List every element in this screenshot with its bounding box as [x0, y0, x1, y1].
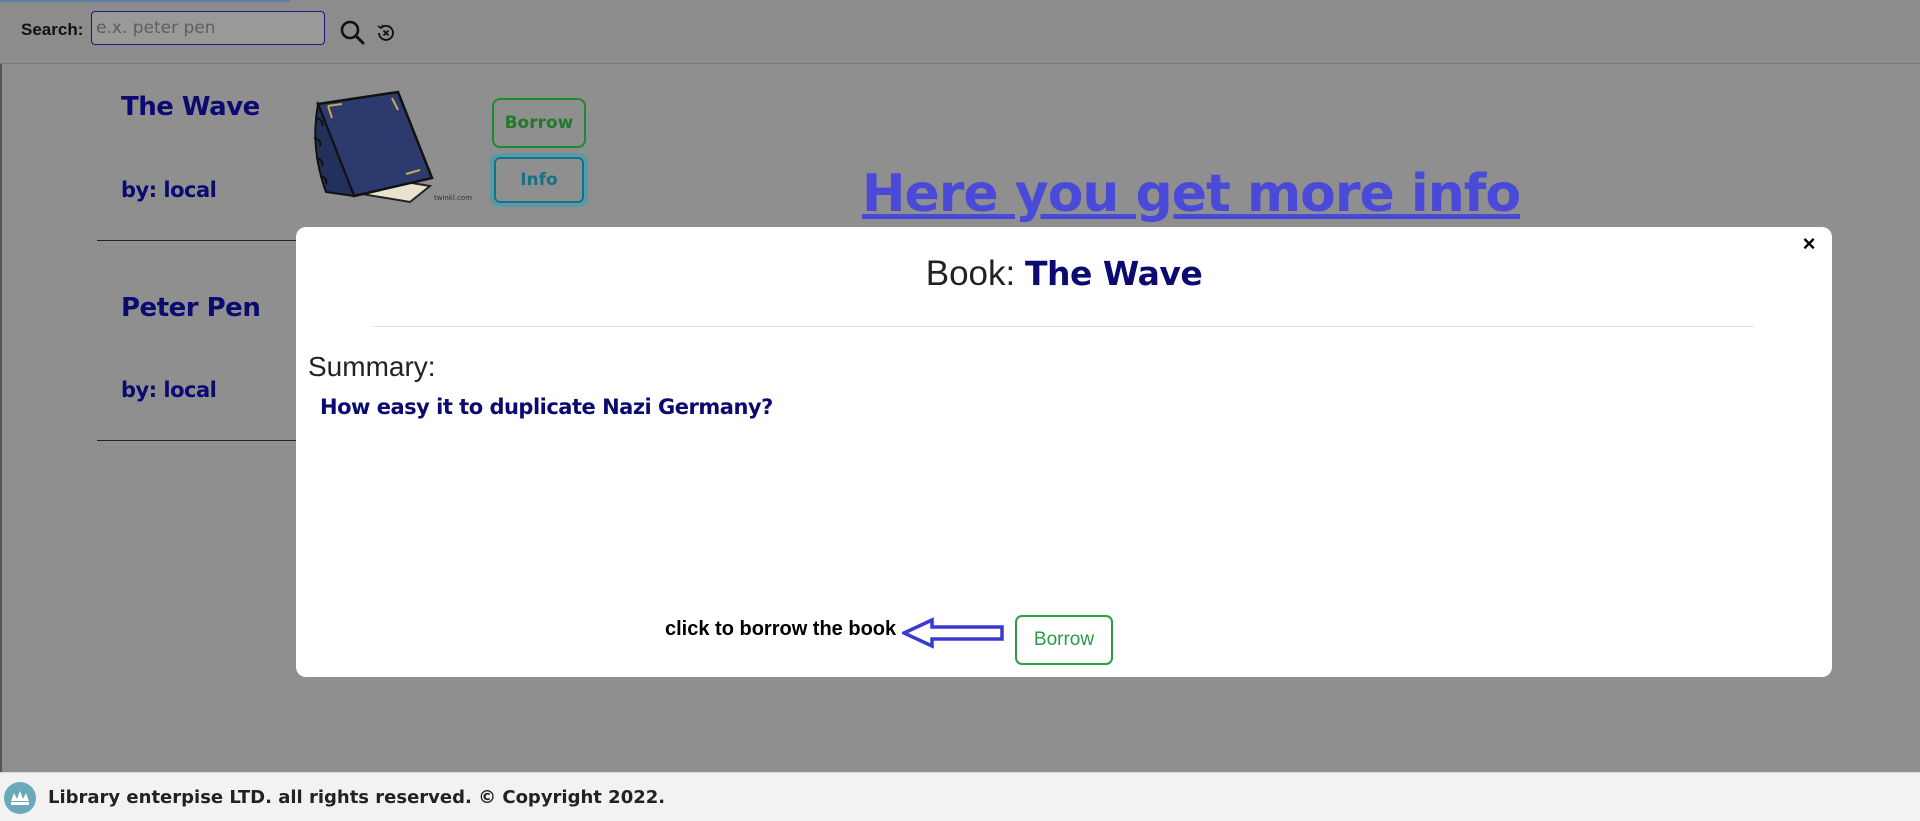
search-bar: Search: [0, 0, 1920, 64]
info-button-inner: Info [494, 157, 584, 203]
left-border [0, 64, 2, 772]
borrow-button[interactable]: Borrow [492, 98, 586, 148]
modal-borrow-button[interactable]: Borrow [1015, 615, 1113, 665]
svg-text:twinkl.com: twinkl.com [434, 194, 472, 202]
footer: Library enterpise LTD. all rights reserv… [0, 772, 1920, 821]
book-title: Peter Pen [121, 293, 261, 323]
book-title: The Wave [121, 92, 260, 122]
search-input[interactable] [91, 11, 325, 45]
borrow-button-label: Borrow [504, 113, 574, 133]
modal-title-prefix: Book: [925, 254, 1016, 293]
modal-borrow-label: Borrow [1033, 629, 1095, 650]
modal-title: Book: The Wave [296, 254, 1832, 294]
summary-heading: Summary: [308, 351, 436, 382]
book-info-modal: × Book: The Wave Summary: How easy it to… [296, 227, 1832, 677]
list-divider [97, 240, 297, 241]
top-accent-line [0, 0, 290, 2]
library-logo-icon [4, 782, 36, 814]
more-info-annotation: Here you get more info [862, 164, 1521, 224]
arrow-left-icon [902, 617, 1004, 649]
book-author: by: local [121, 178, 217, 202]
footer-copyright: Library enterpise LTD. all rights reserv… [48, 787, 666, 808]
modal-title-book-name: The Wave [1024, 254, 1203, 293]
list-divider [97, 440, 297, 441]
summary-text: How easy it to duplicate Nazi Germany? [320, 395, 773, 419]
search-label: Search: [21, 20, 84, 39]
clear-search-icon[interactable] [374, 21, 398, 45]
info-button[interactable]: Info [490, 153, 588, 207]
borrow-annotation: click to borrow the book [665, 618, 897, 640]
book-author: by: local [121, 378, 217, 402]
modal-divider [372, 326, 1754, 327]
info-button-label: Info [520, 170, 558, 190]
search-icon[interactable] [338, 19, 366, 45]
book-cover-image: twinkl.com [313, 90, 472, 204]
